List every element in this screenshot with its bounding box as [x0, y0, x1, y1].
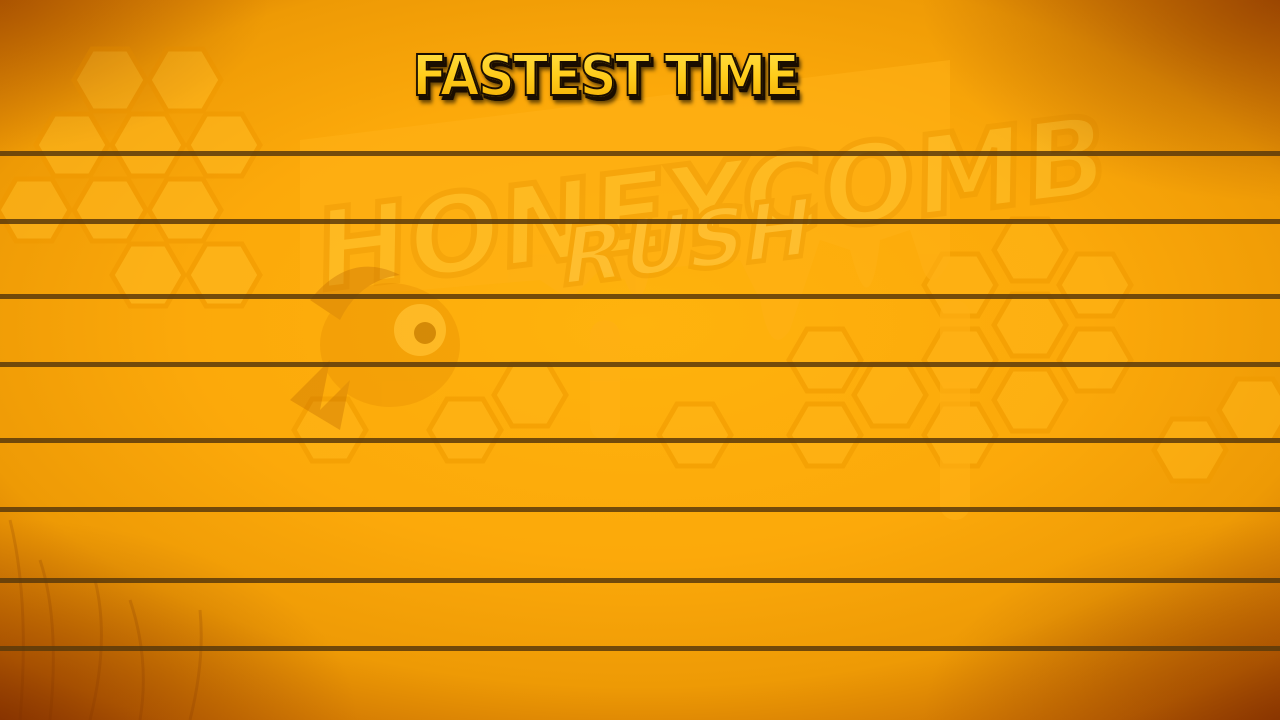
- row-divider: [0, 646, 1280, 651]
- leaderboard-row: [0, 224, 1280, 294]
- page-title: FASTEST TIME: [48, 43, 1161, 110]
- leaderboard-row: [0, 299, 1280, 362]
- leaderboard-row: [0, 156, 1280, 219]
- leaderboard-row: [0, 443, 1280, 507]
- leaderboard-screen: HONEYCOMB RUSH FASTEST TIME: [0, 0, 1280, 720]
- leaderboard-row: [0, 367, 1280, 438]
- leaderboard-row: [0, 512, 1280, 578]
- leaderboard-row: [0, 583, 1280, 646]
